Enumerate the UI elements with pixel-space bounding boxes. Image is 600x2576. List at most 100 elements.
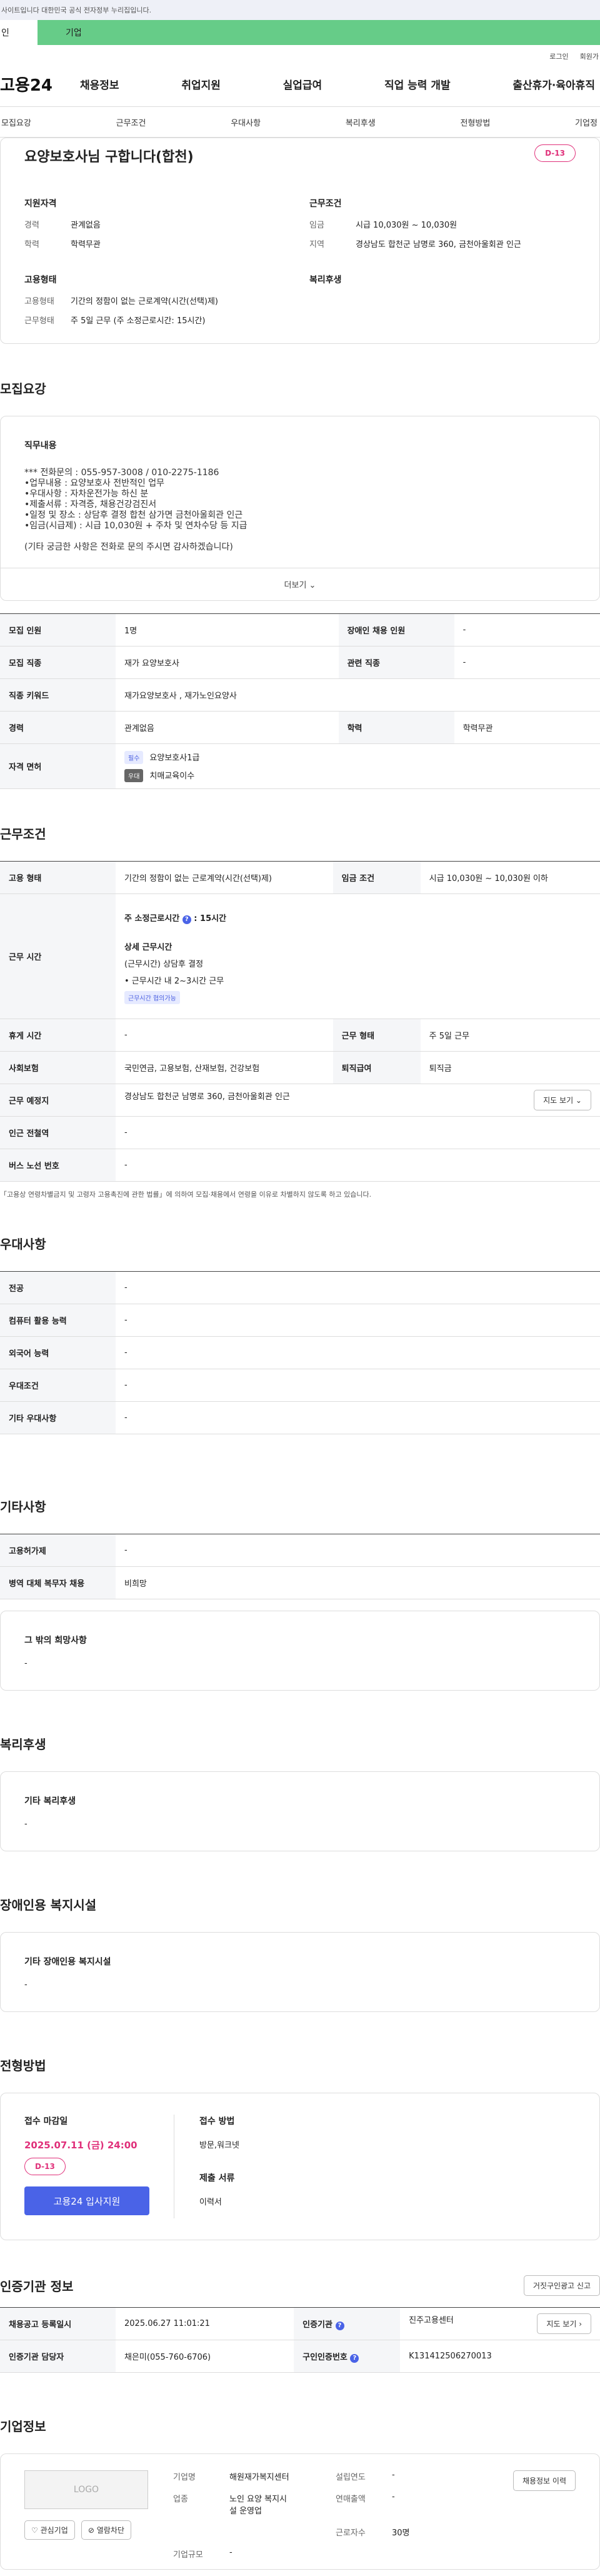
cell-value: 1명 <box>116 613 339 647</box>
recruit-history-button[interactable]: 채용정보 이력 <box>512 2470 576 2491</box>
kv-value: 주 5일 근무 (주 소정근로시간: 15시간) <box>71 316 206 326</box>
map-view-button[interactable]: 지도 보기 ⌄ <box>534 1090 591 1110</box>
table-row: 사회보험 국민연금, 고용보험, 산재보험, 건강보험 퇴직급여 퇴직금 <box>0 1051 600 1084</box>
gov-notice-bar: 사이트입니다 대한민국 공식 전자정부 누리집입니다. <box>0 0 600 20</box>
gnb-item-jobs[interactable]: 채용정보 <box>80 76 119 92</box>
company-value: 노인 요양 복지시 설 운영업 <box>229 2492 336 2516</box>
job-description-card: 직무내용 *** 전화문의 : 055-957-3008 / 010-2275-… <box>0 416 600 601</box>
company-card: LOGO ♡ 관심기업 ⊘ 열람차단 기업명 해원재가복지센터 설립연도 - 업종 노… <box>0 2453 600 2570</box>
apply-button[interactable]: 고용24 입사지원 <box>24 2186 149 2215</box>
etc-table: 고용허가제 - 병역 대체 복무자 채용 비희망 <box>0 1534 600 1599</box>
summary-qual-title: 지원자격 <box>24 199 57 209</box>
cell-key: 기타 우대사항 <box>0 1401 116 1434</box>
block-company-button[interactable]: ⊘ 열람차단 <box>81 2520 131 2540</box>
info-icon[interactable]: ? <box>350 2353 359 2363</box>
work-info-table: 고용 형태 기간의 정함이 없는 근로계약(시간(선택)제) 임금 조건 시급 10… <box>0 861 600 1182</box>
agency-label: 인증기관 <box>302 2320 332 2330</box>
cell-value: 퇴직금 <box>420 1051 600 1084</box>
preferred-badge: 우대 <box>124 768 144 782</box>
anchor-apply[interactable]: 전형방법 <box>460 116 490 128</box>
section-title-apply: 전형방법 <box>0 2058 46 2073</box>
cell-value: 국민연금, 고용보험, 산재보험, 건강보험 <box>116 1051 333 1084</box>
summary-welfare: 복리후생 <box>309 273 576 333</box>
more-button[interactable]: 더보기 ⌄ <box>1 568 599 600</box>
industry-line: 설 운영업 <box>229 2507 262 2516</box>
company-value: - <box>392 2470 395 2480</box>
table-row: 모집 인원 1명 장애인 채용 인원 - <box>0 613 600 647</box>
gnb-item-parental-leave[interactable]: 출산휴가·육아휴직 <box>512 76 595 92</box>
cell-value-worktime: 주 소정근로시간 ? : 15시간 상세 근무시간 (근무시간) 상담후 결정 … <box>116 893 600 1019</box>
table-row: 고용 형태 기간의 정함이 없는 근로계약(시간(선택)제) 임금 조건 시급 10… <box>0 861 600 894</box>
disability-card: 기타 장애인용 복지시설 - <box>0 1932 600 2012</box>
table-row: 인증기관 담당자 채은미(055-760-6706) 구인인증번호 ? K1314… <box>0 2340 600 2373</box>
anchor-recruit[interactable]: 모집요강 <box>1 116 31 128</box>
table-row: 근무 예정지 경상남도 합천군 남명로 360, 금천아울회관 인근 지도 보기 … <box>0 1084 600 1117</box>
cell-value: - <box>116 1149 600 1182</box>
kv-key: 근무형태 <box>24 316 54 326</box>
anchor-work[interactable]: 근무조건 <box>116 116 146 128</box>
kv-value: 시급 10,030원 ~ 10,030원 <box>356 221 458 230</box>
kv-key: 임금 <box>309 221 324 230</box>
cell-key: 관련 직종 <box>338 646 454 679</box>
company-key: 기업명 <box>173 2473 196 2482</box>
anchor-company[interactable]: 기업정 <box>575 116 598 128</box>
cell-key: 장애인 채용 인원 <box>338 613 454 647</box>
agency-map-button[interactable]: 지도 보기 › <box>537 2313 591 2334</box>
section-anchor-nav: 모집요강 근무조건 우대사항 복리후생 전형방법 기업정 <box>0 106 600 138</box>
info-icon[interactable]: ? <box>182 915 191 924</box>
cell-value: 기간의 정함이 없는 근로계약(시간(선택)제) <box>116 861 333 894</box>
table-row: 자격 면허 필수 요양보호사1급 우대 치매교육이수 <box>0 743 600 789</box>
company-key: 업종 <box>173 2495 188 2504</box>
cell-key: 고용 형태 <box>0 861 116 894</box>
license-name: 치매교육이수 <box>149 771 195 781</box>
cell-value: 2025.06.27 11:01:21 <box>116 2307 294 2340</box>
gnb-item-vocational-training[interactable]: 직업 능력 개발 <box>384 76 451 92</box>
table-row: 버스 노선 번호 - <box>0 1149 600 1182</box>
favorite-company-button[interactable]: ♡ 관심기업 <box>24 2520 75 2540</box>
cell-key: 근무 형태 <box>332 1019 421 1052</box>
cell-value: 재가요양보호사 , 재가노인요양사 <box>116 678 600 712</box>
cell-key: 우대조건 <box>0 1369 116 1402</box>
cell-key: 인근 전철역 <box>0 1116 116 1149</box>
global-nav: 고용24 채용정보 취업지원 실업급여 직업 능력 개발 출산휴가·육아휴직 <box>0 68 600 100</box>
worktime-detail: (근무시간) 상담후 결정 <box>124 959 204 969</box>
license-name: 요양보호사1급 <box>149 753 200 763</box>
place-address: 경상남도 합천군 남명로 360, 금천아울회관 인근 <box>124 1092 290 1102</box>
section-title-company: 기업정보 <box>0 2419 46 2434</box>
desc-line: *** 전화문의 : 055-957-3008 / 010-2275-1186 <box>24 468 219 478</box>
company-value: 30명 <box>392 2528 410 2538</box>
table-row: 모집 직종 재가 요양보호사 관련 직종 - <box>0 646 600 679</box>
other-wishes-title: 그 밖의 희망사항 <box>24 1636 87 1646</box>
required-badge: 필수 <box>124 750 144 764</box>
disability-card-title: 기타 장애인용 복지시설 <box>24 1957 111 1967</box>
cell-key: 자격 면허 <box>0 743 116 789</box>
cell-key: 구인인증번호 ? <box>294 2340 401 2373</box>
report-fake-ad-button[interactable]: 거짓구인광고 신고 <box>523 2275 600 2296</box>
kv-key: 고용형태 <box>24 297 54 306</box>
method-value: 방문,워크넷 <box>199 2141 239 2150</box>
cell-key: 버스 노선 번호 <box>0 1149 116 1182</box>
info-icon[interactable]: ? <box>335 2321 344 2330</box>
site-logo[interactable]: 고용24 <box>0 73 75 96</box>
job-summary-card: 요양보호사님 구합니다(합천) D-13 지원자격 경력 관계없음 학력 학력무관 … <box>0 138 600 344</box>
summary-work: 근무조건 임금 시급 10,030원 ~ 10,030원 지역 경상남도 합천군 남… <box>309 197 576 257</box>
cell-value: - <box>454 613 600 647</box>
table-row: 휴게 시간 - 근무 형태 주 5일 근무 <box>0 1019 600 1052</box>
cell-value: - <box>116 1401 600 1434</box>
cell-value: 관계없음 <box>116 711 339 744</box>
anchor-pref[interactable]: 우대사항 <box>231 116 261 128</box>
docs-title: 제출 서류 <box>199 2173 235 2183</box>
cell-value: - <box>116 1019 333 1052</box>
signup-link[interactable]: 회원가 <box>580 51 599 61</box>
cell-value: - <box>116 1304 600 1337</box>
gnb-item-unemployment-benefit[interactable]: 실업급여 <box>283 76 322 92</box>
cell-key: 인증기관 ? <box>294 2307 401 2340</box>
cell-value: 학력무관 <box>454 711 600 744</box>
anchor-welfare[interactable]: 복리후생 <box>346 116 376 128</box>
login-link[interactable]: 로그인 <box>549 51 568 61</box>
tab-personal[interactable]: 인 <box>0 20 38 45</box>
summary-qualification: 지원자격 경력 관계없음 학력 학력무관 <box>24 197 291 257</box>
gnb-item-employment-support[interactable]: 취업지원 <box>181 76 221 92</box>
tab-company[interactable]: 기업 <box>38 20 600 45</box>
table-row: 전공 - <box>0 1271 600 1304</box>
